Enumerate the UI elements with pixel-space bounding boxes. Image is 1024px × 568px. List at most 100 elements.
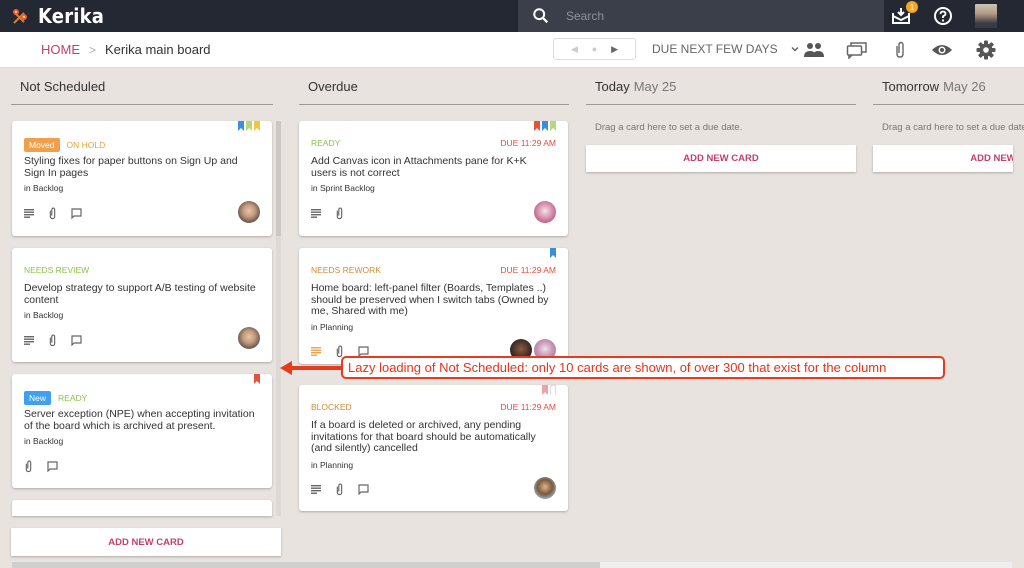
card-status: BLOCKED [311,402,352,412]
add-new-card-clip: ADD NEW CARD [873,145,1013,172]
card-title: Server exception (NPE) when accepting in… [24,408,255,432]
assignee-avatar[interactable] [238,327,260,349]
notifications-button[interactable]: 1 [890,1,918,27]
app-name: Kerika [38,4,105,28]
card[interactable]: BLOCKED DUE 11:29 AM If a board is delet… [299,385,568,511]
help-icon [934,7,952,25]
eye-icon [932,45,952,55]
pager-position-dot: ● [591,44,598,54]
card[interactable]: NEEDS REWORK DUE 11:29 AM Home board: le… [299,248,568,364]
top-bar: Kerika 1 [0,0,1024,32]
card-flags [238,121,260,131]
card-location: in Planning [311,460,354,470]
kerika-logo-icon [13,9,27,24]
due-filter-dropdown[interactable]: DUE NEXT FEW DAYS [652,42,800,56]
column-title-text: Overdue [308,79,358,94]
attachment-icon [49,334,56,347]
settings-button[interactable] [975,39,997,61]
visibility-button[interactable] [931,39,953,61]
description-icon [311,347,321,356]
card-location: in Backlog [24,436,64,446]
assignee-avatar[interactable] [534,477,556,499]
chevron-down-icon [791,46,799,52]
add-new-card-button[interactable]: ADD NEW CARD [873,145,1013,172]
description-icon [24,209,34,218]
add-new-card-button[interactable]: ADD NEW CARD [11,528,281,556]
card-tag: Moved [24,138,60,152]
breadcrumb: HOME > Kerika main board [41,42,211,57]
card-status: ON HOLD [66,140,106,150]
column-title-text: Tomorrow [882,79,940,94]
card-flags [550,248,556,258]
description-icon [311,485,321,494]
help-button[interactable] [932,5,954,27]
user-avatar[interactable] [975,4,997,28]
attachment-icon [336,483,343,496]
card[interactable]: NEEDS REVIEW Develop strategy to support… [12,248,272,362]
add-new-card-button[interactable]: ADD NEW CARD [586,145,856,172]
card-status: READY [311,138,341,148]
chat-icon [71,208,82,219]
card[interactable]: Moved ON HOLD Styling fixes for paper bu… [12,121,272,236]
column-title: Not Scheduled [20,79,105,94]
column-title: Tomorrow May 26 [882,79,986,94]
assignee-avatar[interactable] [534,201,556,223]
kerika-logo[interactable]: Kerika [10,4,111,28]
column-divider [11,104,273,105]
card-title: Styling fixes for paper buttons on Sign … [24,155,238,179]
attachment-icon [49,207,56,220]
chat-button[interactable] [846,39,868,61]
card-location: in Backlog [24,183,64,193]
board-horizontal-scrollbar-thumb[interactable] [12,562,600,568]
people-icon [804,43,824,57]
notification-badge: 1 [906,1,918,13]
card-status: NEEDS REVIEW [24,265,90,275]
column-title-text: Not Scheduled [20,79,106,94]
annotation-arrow [290,366,342,370]
due-filter-label: DUE NEXT FEW DAYS [652,42,778,56]
search-icon[interactable] [532,7,550,25]
column-title: Today May 25 [595,79,676,94]
column-date: May 25 [633,79,677,94]
flag-red-icon [534,121,540,131]
chat-icon [47,461,58,472]
flag-green-icon [246,121,252,131]
column-date: May 26 [943,79,986,94]
flag-blue-icon [542,121,548,131]
pager-next-button[interactable]: ▶ [611,44,618,55]
card-location: in Sprint Backlog [311,183,375,193]
search-input[interactable] [566,9,866,23]
drag-hint: Drag a card here to set a due date. [595,122,743,133]
breadcrumb-home-link[interactable]: HOME [41,42,80,57]
card-flags [534,121,556,131]
card[interactable]: READY DUE 11:29 AM Add Canvas icon in At… [299,121,568,236]
flag-green-icon [550,121,556,131]
team-button[interactable] [803,39,825,61]
drag-hint: Drag a card here to set a due date. [882,122,1024,133]
description-icon [311,209,321,218]
column-scrollbar[interactable] [276,121,281,516]
card[interactable] [12,500,272,516]
card-title: If a board is deleted or archived, any p… [311,419,536,454]
column-title-text: Today [595,79,630,94]
attachments-button[interactable] [889,39,911,61]
gear-icon [976,40,996,60]
assignee-avatar[interactable] [238,201,260,223]
flag-empty-icon [550,385,556,395]
flag-blue-icon [550,248,556,258]
card-due-time: DUE 11:29 AM [500,265,556,275]
card-location: in Backlog [24,310,64,320]
column-scrollbar-thumb[interactable] [276,121,281,236]
card-due-time: DUE 11:29 AM [500,402,556,412]
pager-prev-button[interactable]: ◀ [571,44,578,55]
board-horizontal-scrollbar[interactable] [12,562,1012,568]
board-header: HOME > Kerika main board ◀ ● ▶ DUE NEXT … [0,32,1024,68]
search-bar [518,0,884,32]
card-location: in Planning [311,322,354,332]
card-status: READY [58,393,88,403]
chat-icon [358,484,369,495]
annotation-callout: Lazy loading of Not Scheduled: only 10 c… [341,356,945,379]
flag-blue-icon [238,121,244,131]
card[interactable]: New READY Server exception (NPE) when ac… [12,374,272,488]
card-status: NEEDS REWORK [311,265,381,275]
